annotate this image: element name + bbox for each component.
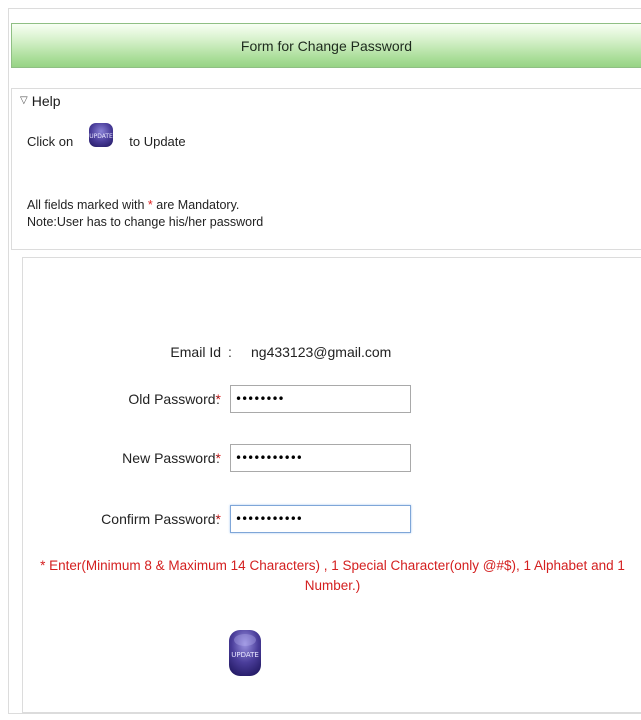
update-button[interactable]: UPDATE (228, 628, 262, 678)
confirm-password-colon: : (216, 511, 220, 527)
old-password-input[interactable] (230, 385, 411, 413)
password-change-note: Note:User has to change his/her password (27, 215, 264, 229)
mandatory-note: All fields marked with * are Mandatory. (27, 197, 263, 214)
help-click-on-text: Click on (27, 134, 74, 149)
form-header: Form for Change Password (11, 23, 641, 68)
confirm-password-row: Confirm Password* : (23, 505, 641, 533)
help-toggle-label: Help (31, 93, 61, 109)
new-password-colon: : (216, 450, 220, 466)
mini-update-text: UPDATE (89, 133, 113, 140)
confirm-password-label: Confirm Password* (101, 511, 221, 527)
email-value: ng433123@gmail.com (251, 344, 392, 360)
password-rules-hint: * Enter(Minimum 8 & Maximum 14 Character… (40, 558, 625, 593)
required-star: * (147, 198, 153, 212)
confirm-password-input[interactable] (230, 505, 411, 533)
new-password-row: New Password* : (23, 444, 641, 472)
email-row: Email Id : ng433123@gmail.com (23, 338, 641, 366)
form-title: Form for Change Password (240, 37, 413, 54)
old-password-label: Old Password* (128, 391, 221, 407)
update-button-text: UPDATE (231, 651, 259, 659)
email-colon: : (228, 344, 232, 360)
change-password-form: Email Id : ng433123@gmail.com Old Passwo… (22, 257, 641, 713)
help-notes: All fields marked with * are Mandatory. … (27, 197, 263, 231)
email-label: Email Id (170, 344, 221, 360)
help-to-update-text: to Update (129, 134, 186, 149)
new-password-label: New Password* (122, 450, 221, 466)
triangle-down-icon: ▽ (20, 95, 28, 106)
old-password-row: Old Password* : (23, 385, 641, 413)
update-icon: UPDATE (89, 122, 113, 147)
help-update-instruction: Click on UPDATE to Update (27, 122, 186, 149)
help-panel: ▽ Help Click on UPDATE to Update All fie… (11, 88, 641, 250)
help-toggle[interactable]: ▽ Help (20, 93, 61, 109)
mandatory-prefix: All fields marked with (27, 198, 145, 212)
new-password-input[interactable] (230, 444, 411, 472)
mandatory-suffix: are Mandatory. (156, 198, 240, 212)
old-password-colon: : (216, 391, 220, 407)
